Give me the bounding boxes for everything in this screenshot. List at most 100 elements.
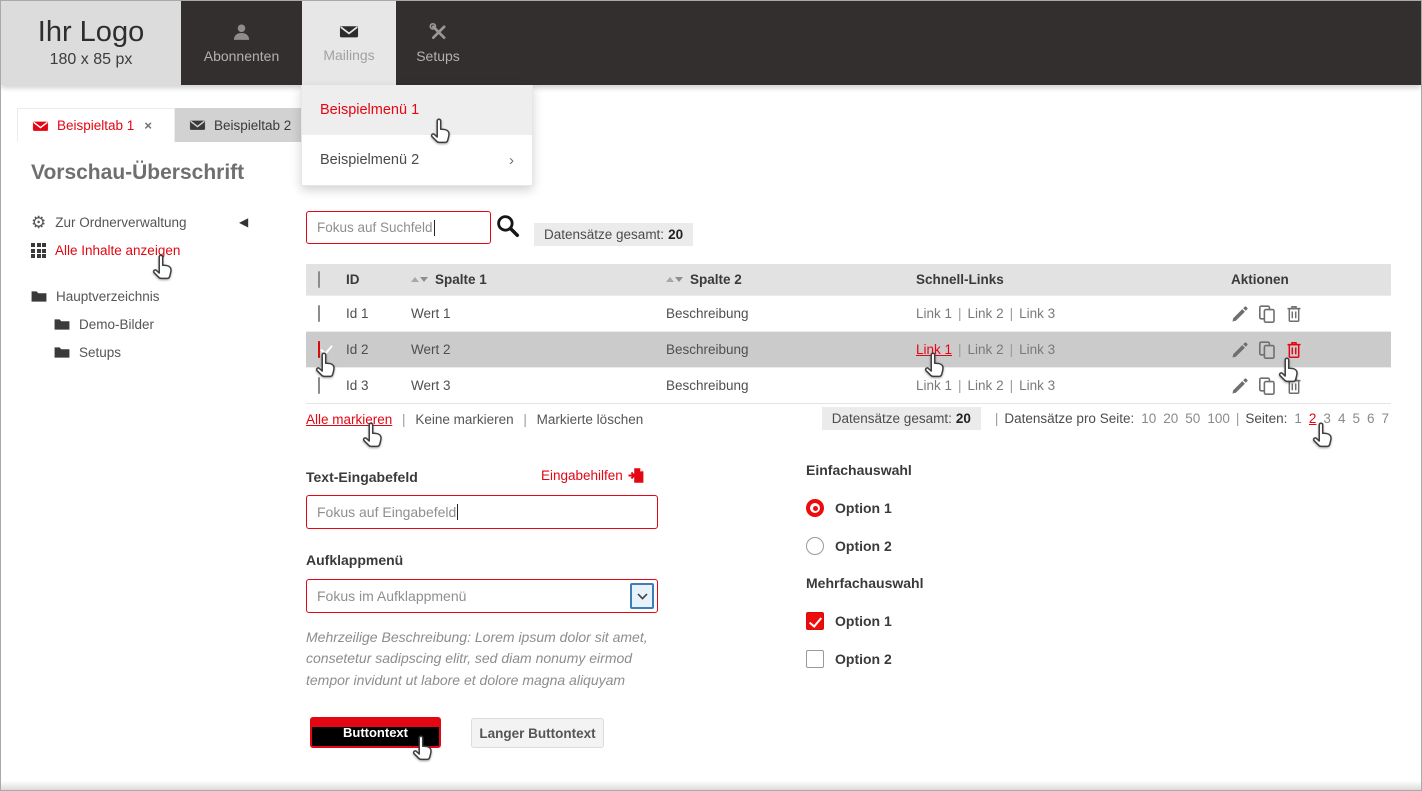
nav-item-setups[interactable]: Setups	[396, 1, 480, 85]
field-description: Mehrzeilige Beschreibung: Lorem ipsum do…	[306, 627, 664, 691]
table-header-row: ID Spalte 1 Spalte 2 Schnell-Links Aktio…	[306, 264, 1391, 295]
delete-selected-link[interactable]: Markierte löschen	[537, 412, 644, 427]
column-header-spalte1[interactable]: Spalte 1	[411, 272, 666, 287]
folder-icon	[54, 318, 70, 331]
nav-label: Mailings	[323, 47, 374, 63]
checkbox-checked-icon[interactable]	[806, 612, 824, 630]
select-all-checkbox[interactable]	[318, 271, 320, 288]
folder-label: Hauptverzeichnis	[56, 289, 160, 304]
secondary-button[interactable]: Langer Buttontext	[471, 718, 604, 748]
folder-item-setups[interactable]: Setups	[54, 345, 121, 360]
column-header-label: Spalte 1	[435, 272, 487, 287]
eingabehilfen-link[interactable]: Eingabehilfen	[541, 467, 645, 484]
quick-link-2[interactable]: Link 2	[968, 342, 1004, 357]
cell-spalte2: Beschreibung	[666, 378, 916, 393]
delete-icon[interactable]	[1285, 305, 1303, 323]
per-page-option-50[interactable]: 50	[1185, 411, 1200, 426]
quick-link-3[interactable]: Link 3	[1019, 378, 1055, 393]
page-6[interactable]: 6	[1367, 411, 1375, 426]
select-none-link[interactable]: Keine markieren	[415, 412, 513, 427]
sidebar-link-alle-inhalte[interactable]: Alle Inhalte anzeigen	[31, 243, 180, 258]
row-checkbox-checked[interactable]	[318, 341, 320, 358]
primary-button[interactable]: Buttontext	[310, 717, 441, 748]
records-total-value: 20	[956, 411, 971, 426]
search-input[interactable]: Fokus auf Suchfeld	[306, 211, 491, 244]
edit-icon[interactable]	[1231, 341, 1249, 359]
delete-icon-hover[interactable]	[1285, 341, 1303, 359]
edit-icon[interactable]	[1231, 377, 1249, 395]
nav-label: Setups	[416, 48, 460, 64]
quick-link-2[interactable]: Link 2	[968, 378, 1004, 393]
quick-link-1-hover[interactable]: Link 1	[916, 342, 952, 357]
select-all-link[interactable]: Alle markieren	[306, 412, 392, 427]
copy-icon[interactable]	[1258, 305, 1276, 323]
table-row-selected[interactable]: Id 2 Wert 2 Beschreibung Link 1|Link 2|L…	[306, 331, 1391, 367]
sidebar-link-label: Zur Ordnerverwaltung	[55, 215, 186, 230]
eingabehilfen-label: Eingabehilfen	[541, 468, 623, 483]
row-checkbox[interactable]	[318, 377, 320, 394]
cell-id: Id 1	[346, 306, 411, 321]
column-header-spalte2[interactable]: Spalte 2	[666, 272, 916, 287]
checkbox-option-label: Option 2	[835, 651, 892, 667]
primary-button-label: Buttontext	[343, 725, 408, 740]
table-row[interactable]: Id 3 Wert 3 Beschreibung Link 1|Link 2|L…	[306, 367, 1391, 403]
delete-icon[interactable]	[1285, 377, 1303, 395]
folder-item-hauptverzeichnis[interactable]: Hauptverzeichnis	[31, 289, 160, 304]
copy-icon[interactable]	[1258, 377, 1276, 395]
radio-option-2[interactable]: Option 2	[806, 537, 892, 555]
folder-item-demo-bilder[interactable]: Demo-Bilder	[54, 317, 154, 332]
page-4[interactable]: 4	[1338, 411, 1346, 426]
table-row[interactable]: Id 1 Wert 1 Beschreibung Link 1|Link 2|L…	[306, 295, 1391, 331]
copy-icon[interactable]	[1258, 341, 1276, 359]
tools-icon	[428, 22, 448, 41]
sort-icon[interactable]	[411, 277, 428, 282]
per-page-option-100[interactable]: 100	[1207, 411, 1230, 426]
dropdown-select[interactable]: Fokus im Aufklappmenü	[306, 579, 658, 613]
page-1[interactable]: 1	[1294, 411, 1302, 426]
page-2-current[interactable]: 2	[1309, 411, 1317, 426]
submenu-chevron-icon: ›	[509, 152, 514, 169]
quick-link-2[interactable]: Link 2	[968, 306, 1004, 321]
checkbox-option-2[interactable]: Option 2	[806, 650, 892, 668]
select-label: Aufklappmenü	[306, 552, 403, 568]
tab-label: Beispieltab 1	[57, 118, 134, 133]
radio-unchecked-icon[interactable]	[806, 537, 824, 555]
mailings-dropdown-menu: Beispielmenü 1 Beispielmenü 2 ›	[301, 85, 533, 186]
per-page-option-20[interactable]: 20	[1163, 411, 1178, 426]
nav-item-abonnenten[interactable]: Abonnenten	[181, 1, 302, 85]
quick-link-1[interactable]: Link 1	[916, 306, 952, 321]
edit-icon[interactable]	[1231, 305, 1249, 323]
page-7[interactable]: 7	[1381, 411, 1389, 426]
radio-group-label: Einfachauswahl	[806, 462, 912, 478]
nav-item-mailings[interactable]: Mailings	[302, 1, 396, 85]
sidebar-link-ordnerverwaltung[interactable]: ⚙ Zur Ordnerverwaltung	[31, 214, 187, 231]
page-5[interactable]: 5	[1352, 411, 1360, 426]
radio-option-label: Option 2	[835, 538, 892, 554]
page-3[interactable]: 3	[1323, 411, 1331, 426]
checkbox-group-label: Mehrfachauswahl	[806, 575, 923, 591]
search-icon[interactable]	[496, 214, 520, 238]
row-checkbox[interactable]	[318, 305, 320, 322]
cell-spalte2: Beschreibung	[666, 306, 916, 321]
checkbox-unchecked-icon[interactable]	[806, 650, 824, 668]
quick-link-1[interactable]: Link 1	[916, 378, 952, 393]
text-field-label: Text-Eingabefeld	[306, 469, 418, 485]
menu-item-beispielmenu-1[interactable]: Beispielmenü 1	[302, 85, 532, 135]
per-page-label: Datensätze pro Seite:	[1004, 411, 1134, 426]
radio-option-1[interactable]: Option 1	[806, 499, 892, 517]
tab-bar: Beispieltab 1 × Beispieltab 2	[1, 108, 1421, 142]
select-arrow-button[interactable]	[630, 583, 654, 609]
envelope-icon	[189, 118, 206, 132]
checkbox-option-1[interactable]: Option 1	[806, 612, 892, 630]
sidebar-collapse-icon[interactable]: ◀	[239, 215, 248, 229]
quick-link-3[interactable]: Link 3	[1019, 342, 1055, 357]
radio-checked-icon[interactable]	[806, 499, 824, 517]
sort-icon[interactable]	[666, 277, 683, 282]
tab-beispieltab-1[interactable]: Beispieltab 1 ×	[17, 108, 175, 142]
menu-item-beispielmenu-2[interactable]: Beispielmenü 2 ›	[302, 135, 532, 185]
quick-link-3[interactable]: Link 3	[1019, 306, 1055, 321]
per-page-option-10[interactable]: 10	[1141, 411, 1156, 426]
folder-label: Demo-Bilder	[79, 317, 154, 332]
tab-close-icon[interactable]: ×	[144, 118, 152, 133]
text-input[interactable]: Fokus auf Eingabefeld	[306, 495, 658, 529]
